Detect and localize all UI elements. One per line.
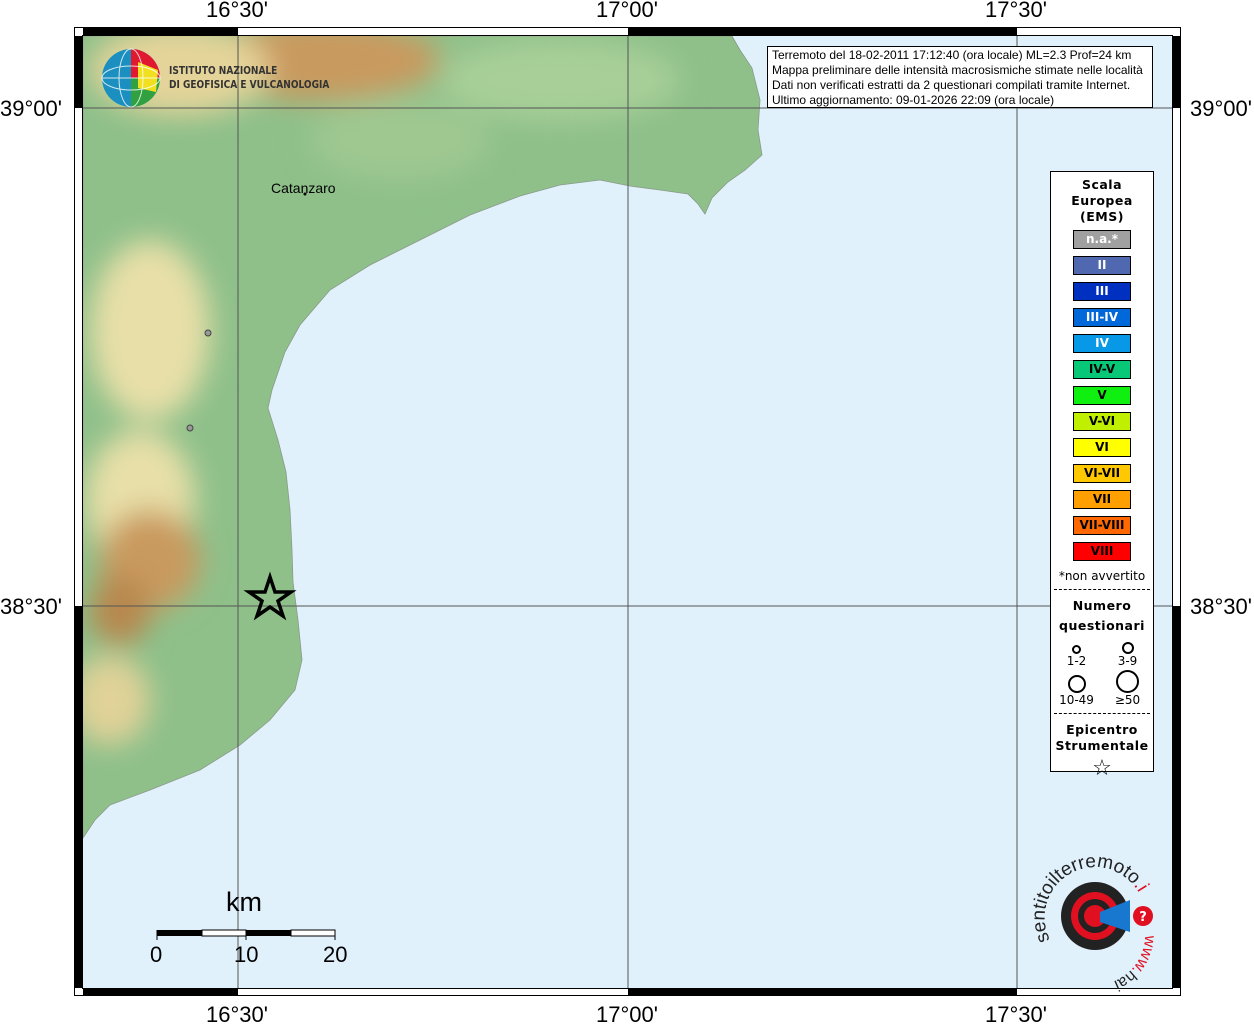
intensity-swatch: n.a.*: [1073, 230, 1131, 249]
lon-label-top: 17°00': [596, 0, 658, 22]
scale-label: 0: [150, 942, 163, 967]
scale-unit: km: [226, 887, 262, 917]
scale-label: 10: [234, 942, 259, 967]
info-line: Dati non verificati estratti da 2 questi…: [772, 78, 1131, 92]
info-line: Mappa preliminare delle intensità macros…: [772, 63, 1143, 77]
city-label-catanzaro: Catanzaro: [271, 180, 336, 196]
ingv-logo-icon: [101, 48, 161, 108]
circle-xlarge-icon: [1116, 670, 1139, 693]
count-label: 1-2: [1066, 654, 1087, 668]
intensity-swatch: VI: [1073, 438, 1131, 457]
legend: Scala Europea (EMS) n.a.* II III III-IV IV IV…: [1050, 171, 1154, 781]
count-title-line: Numero: [1072, 598, 1132, 613]
legend-title-line: Scala: [1081, 177, 1123, 192]
count-label: ≥50: [1114, 693, 1141, 707]
circle-medium-icon: [1121, 642, 1134, 654]
intensity-scale: n.a.* II III III-IV IV IV-V V V-VI VI VI-VII VII VI…: [1051, 230, 1153, 561]
scale-label: 20: [323, 942, 348, 967]
epicenter-title: Epicentro Strumentale: [1051, 722, 1153, 754]
lat-label-left: 39°00': [0, 96, 62, 121]
lon-label-top: 17°30': [985, 0, 1047, 22]
lon-label-bottom: 16°30': [206, 1002, 268, 1027]
legend-title-line: (EMS): [1080, 209, 1124, 224]
count-symbols: 1-2 3-9 10-49 ≥50: [1051, 642, 1153, 707]
count-title: Numero questionari: [1051, 596, 1153, 636]
intensity-swatch: V-VI: [1073, 412, 1131, 431]
ingv-line1: ISTITUTO NAZIONALE: [169, 64, 278, 77]
lat-label-left: 38°30': [0, 594, 62, 619]
intensity-swatch: IV-V: [1073, 360, 1131, 379]
count-label: 10-49: [1059, 693, 1094, 707]
intensity-swatch: IV: [1073, 334, 1131, 353]
legend-title-line: Europea: [1071, 193, 1133, 208]
event-info-box: Terremoto del 18-02-2011 17:12:40 (ora l…: [767, 46, 1153, 108]
legend-note: *non avvertito: [1058, 569, 1146, 583]
info-line: Ultimo aggiornamento: 09-01-2026 22:09 (…: [772, 93, 1055, 107]
epicenter-title-line: Epicentro: [1066, 722, 1138, 737]
info-line: Terremoto del 18-02-2011 17:12:40 (ora l…: [772, 48, 1132, 62]
count-title-line: questionari: [1059, 618, 1145, 633]
legend-title: Scala Europea (EMS): [1051, 177, 1153, 225]
ingv-logo-text: ISTITUTO NAZIONALE DI GEOFISICA E VULCAN…: [169, 64, 329, 92]
intensity-swatch: VIII: [1073, 542, 1131, 561]
locality-marker[interactable]: [186, 424, 194, 432]
intensity-swatch: III-IV: [1073, 308, 1131, 327]
circle-small-icon: [1072, 645, 1081, 654]
ingv-line2: DI GEOFISICA E VULCANOLOGIA: [169, 78, 330, 91]
svg-text:?: ?: [1139, 910, 1147, 925]
divider: [1054, 713, 1150, 714]
epicenter-title-line: Strumentale: [1055, 738, 1149, 753]
intensity-swatch: V: [1073, 386, 1131, 405]
intensity-swatch: III: [1073, 282, 1131, 301]
lon-label-top: 16°30': [206, 0, 268, 22]
star-icon: ☆: [1092, 756, 1112, 781]
count-label: 3-9: [1117, 654, 1138, 668]
lon-label-bottom: 17°30': [985, 1002, 1047, 1027]
intensity-swatch: VI-VII: [1073, 464, 1131, 483]
intensity-swatch: II: [1073, 256, 1131, 275]
lat-label-right: 39°00': [1190, 96, 1252, 121]
intensity-swatch: VII-VIII: [1073, 516, 1131, 535]
lat-label-right: 38°30': [1190, 594, 1252, 619]
locality-marker[interactable]: [204, 329, 212, 337]
intensity-swatch: VII: [1073, 490, 1131, 509]
divider: [1054, 589, 1150, 590]
circle-large-icon: [1067, 675, 1086, 693]
lon-label-bottom: 17°00': [596, 1002, 658, 1027]
